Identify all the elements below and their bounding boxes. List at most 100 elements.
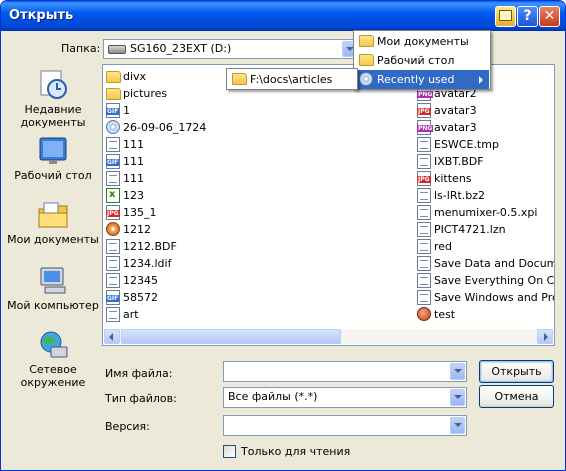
title-bar[interactable]: Открыть ? ✕ xyxy=(1,1,565,31)
file-item[interactable]: test xyxy=(416,306,554,323)
file-item[interactable]: Save Data and Document xyxy=(416,255,554,272)
file-item[interactable]: Save Windows and Progr xyxy=(416,289,554,306)
jpg-file-icon: JPG xyxy=(106,205,120,220)
folder-icon xyxy=(232,73,247,85)
gif-file-icon: GIF xyxy=(106,103,120,118)
text-file-icon xyxy=(106,171,120,186)
file-item[interactable]: PICT4721.lzn xyxy=(416,221,554,238)
file-name: menumixer-0.5.xpi xyxy=(434,206,538,219)
chevron-down-icon[interactable] xyxy=(450,389,465,406)
folder-icon xyxy=(359,35,374,47)
place-network[interactable]: Сетевое окружение xyxy=(7,329,99,389)
file-item[interactable]: JPG kittens xyxy=(416,170,554,187)
file-name: kittens xyxy=(434,172,472,185)
file-item[interactable]: GIF 111 xyxy=(105,153,405,170)
open-dialog: Открыть ? ✕ Папка: SG160_23EXT (D:) Неда… xyxy=(0,0,566,471)
file-item[interactable]: GIF 1 xyxy=(105,102,405,119)
scroll-thumb[interactable] xyxy=(121,329,341,344)
close-button[interactable]: ✕ xyxy=(539,6,560,27)
clock-icon xyxy=(359,72,373,86)
file-item[interactable]: JPG 135_1 xyxy=(105,204,405,221)
file-item[interactable]: 123 xyxy=(105,186,405,204)
open-button[interactable]: Открыть xyxy=(479,360,554,383)
window-title: Открыть xyxy=(9,8,74,23)
filetype-label: Тип файлов: xyxy=(105,392,177,405)
help-button[interactable]: ? xyxy=(517,6,538,27)
place-label: Мой компьютер xyxy=(7,299,99,312)
menu-item-desktop[interactable]: Рабочий стол xyxy=(355,51,489,70)
place-label: Недавние документы xyxy=(20,103,86,129)
submenu-item-articles[interactable]: F:\docs\articles xyxy=(228,70,356,89)
close-icon: ✕ xyxy=(543,8,556,24)
place-label: Рабочий стол xyxy=(14,169,92,182)
file-item[interactable]: red xyxy=(416,238,554,255)
lookin-label: Папка: xyxy=(61,42,101,55)
filename-field[interactable] xyxy=(223,361,467,382)
file-name: 1234.ldif xyxy=(123,257,172,270)
file-item[interactable]: 12345 xyxy=(105,272,405,289)
menu-item-label: Мои документы xyxy=(377,35,469,48)
scroll-left-icon[interactable] xyxy=(104,329,120,344)
text-file-icon xyxy=(417,239,431,254)
version-label: Версия: xyxy=(105,420,150,433)
place-label: Мои документы xyxy=(7,233,99,246)
desktop-icon xyxy=(37,135,69,167)
folder-shortcut-button[interactable] xyxy=(495,6,516,27)
file-item[interactable]: PNG avatar3 xyxy=(416,119,554,136)
menu-item-my-documents[interactable]: Мои документы xyxy=(355,32,489,51)
lookin-dropdown[interactable]: SG160_23EXT (D:) xyxy=(103,39,359,59)
file-type-tag: PNG xyxy=(417,91,434,98)
version-dropdown[interactable] xyxy=(223,415,467,436)
file-item[interactable]: 1234.ldif xyxy=(105,255,405,272)
cancel-button[interactable]: Отмена xyxy=(479,385,554,408)
chevron-down-icon[interactable] xyxy=(450,363,465,380)
place-my-computer[interactable]: Мой компьютер xyxy=(7,265,99,312)
file-item[interactable]: Save Everything On Com xyxy=(416,272,554,289)
place-recent[interactable]: Недавние документы xyxy=(7,69,99,129)
text-file-icon xyxy=(106,273,120,288)
document-file-icon xyxy=(417,273,431,288)
file-name: 1212.BDF xyxy=(123,240,177,253)
my-documents-icon xyxy=(37,199,69,231)
file-item[interactable]: 111 xyxy=(105,136,405,153)
file-name: avatar3 xyxy=(434,121,477,134)
web-file-icon xyxy=(417,307,431,321)
file-item[interactable]: 1212.BDF xyxy=(105,238,405,255)
document-file-icon xyxy=(417,290,431,305)
file-item[interactable]: art xyxy=(105,306,405,323)
file-item[interactable]: 111 xyxy=(105,170,405,187)
readonly-checkbox[interactable] xyxy=(223,445,236,458)
filename-label: Имя файла: xyxy=(105,367,173,380)
menu-item-label: Рабочий стол xyxy=(377,54,455,67)
place-desktop[interactable]: Рабочий стол xyxy=(7,135,99,182)
file-name: 1212 xyxy=(123,223,151,236)
file-item[interactable]: 1212 xyxy=(105,221,405,238)
horizontal-scrollbar[interactable] xyxy=(104,329,553,344)
file-name: 111 xyxy=(123,172,144,185)
file-name: ls-lRt.bz2 xyxy=(434,189,486,202)
file-name: 12345 xyxy=(123,274,158,287)
file-item[interactable]: menumixer-0.5.xpi xyxy=(416,204,554,221)
place-label: Сетевое окружение xyxy=(20,363,86,389)
recent-docs-icon xyxy=(37,69,69,101)
file-item[interactable]: 26-09-06_1724 xyxy=(105,119,405,136)
file-type-tag: GIF xyxy=(106,159,120,166)
spreadsheet-file-icon xyxy=(106,186,120,203)
scroll-right-icon[interactable] xyxy=(537,329,553,344)
menu-item-recently-used[interactable]: Recently used xyxy=(355,70,489,89)
file-item[interactable]: ESWCE.tmp xyxy=(416,136,554,153)
file-item[interactable]: ls-lRt.bz2 xyxy=(416,187,554,204)
place-my-documents[interactable]: Мои документы xyxy=(7,199,99,246)
file-name: red xyxy=(434,240,453,253)
file-name: art xyxy=(123,308,139,321)
file-item[interactable]: GIF 58572 xyxy=(105,289,405,306)
filetype-dropdown[interactable]: Все файлы (*.*) xyxy=(223,387,467,408)
file-item[interactable]: IXBT.BDF xyxy=(416,153,554,170)
file-list[interactable]: divx pictures GIF 1 26-09-06_1724 111 GIF 111 11… xyxy=(102,64,555,346)
file-name: 111 xyxy=(123,155,144,168)
document-file-icon xyxy=(106,307,120,322)
file-item[interactable]: JPG avatar3 xyxy=(416,102,554,119)
file-name: 26-09-06_1724 xyxy=(123,121,207,134)
submenu-item-label: F:\docs\articles xyxy=(250,73,333,86)
chevron-down-icon[interactable] xyxy=(450,417,465,434)
